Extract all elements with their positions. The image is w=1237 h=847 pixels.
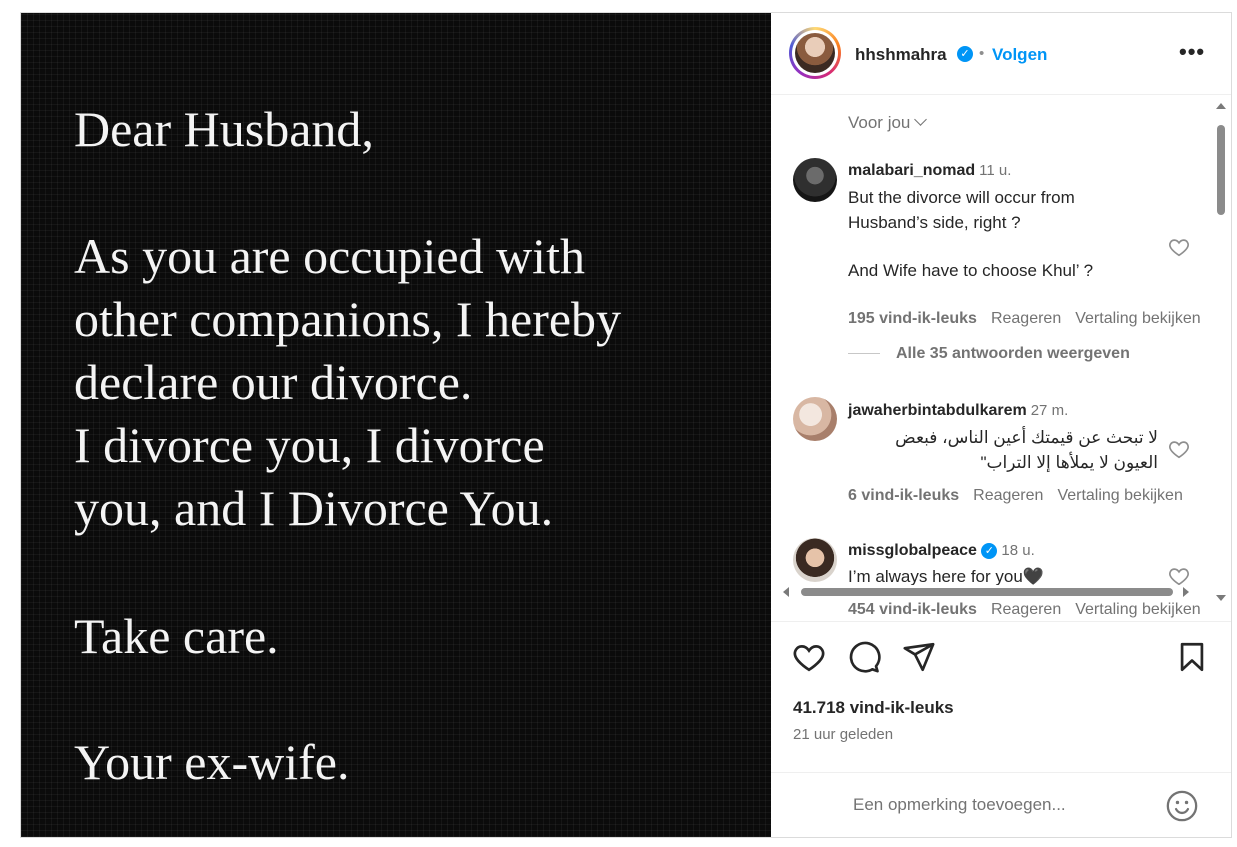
comment-likes[interactable]: 195 vind-ik-leuks	[848, 310, 977, 327]
heart-icon[interactable]	[792, 640, 826, 674]
comment-likes[interactable]: 454 vind-ik-leuks	[848, 601, 977, 618]
smiley-icon[interactable]	[1165, 789, 1199, 823]
translate-button[interactable]: Vertaling bekijken	[1057, 487, 1182, 504]
scroll-down-arrow-icon[interactable]	[1216, 595, 1226, 601]
heart-icon[interactable]	[1168, 236, 1190, 258]
post-image[interactable]: Dear Husband, As you are occupied with o…	[21, 13, 771, 837]
commenter-avatar[interactable]	[793, 538, 837, 582]
side-panel: hhshmahra ✓ • Volgen ••• Voor jou malaba…	[771, 13, 1231, 837]
horizontal-scrollbar[interactable]	[781, 585, 1207, 599]
sort-label: Voor jou	[848, 113, 911, 132]
comment-time: 27 m.	[1030, 402, 1069, 419]
letter-line-1: Dear Husband,	[74, 101, 374, 157]
more-options-icon[interactable]: •••	[1179, 39, 1205, 65]
post-actions: 41.718 vind-ik-leuks 21 uur geleden	[771, 621, 1231, 837]
comment-actions: 6 vind-ik-leuks Reageren Vertaling bekijke…	[848, 487, 1197, 505]
letter-line-8: Your ex-wife.	[74, 734, 350, 790]
translate-button[interactable]: Vertaling bekijken	[1075, 601, 1200, 618]
heart-icon[interactable]	[1168, 438, 1190, 460]
post-header: hhshmahra ✓ • Volgen •••	[771, 13, 1231, 95]
reply-button[interactable]: Reageren	[991, 310, 1061, 327]
letter-line-4: declare our divorce.	[74, 354, 473, 410]
post-dialog: Dear Husband, As you are occupied with o…	[20, 12, 1232, 838]
comment-username[interactable]: missglobalpeace ✓ 18 u.	[848, 542, 1035, 560]
comment-time: 18 u.	[1001, 542, 1035, 559]
verified-badge-icon: ✓	[981, 542, 998, 559]
comment-actions: 195 vind-ik-leuks Reageren Vertaling bekij…	[848, 310, 1215, 328]
comment-sort-dropdown[interactable]: Voor jou	[848, 113, 928, 133]
like-count[interactable]: 41.718 vind-ik-leuks	[793, 698, 954, 718]
comment-time: 11 u.	[979, 162, 1012, 179]
post-timestamp[interactable]: 21 uur geleden	[793, 726, 893, 743]
paper-plane-icon[interactable]	[902, 640, 936, 674]
add-comment-bar	[771, 772, 1231, 838]
comments-list[interactable]: Voor jou malabari_nomad 11 u. But the div…	[771, 96, 1231, 621]
separator-dot: •	[979, 45, 985, 62]
author-avatar[interactable]	[789, 27, 841, 79]
reply-button[interactable]: Reageren	[973, 487, 1043, 504]
comment-icon[interactable]	[847, 640, 881, 674]
verified-badge-icon: ✓	[957, 46, 973, 62]
letter-line-2: As you are occupied with	[74, 228, 585, 284]
comment-username[interactable]: malabari_nomad 11 u.	[848, 162, 1011, 180]
comment-username[interactable]: jawaherbintabdulkarem 27 m.	[848, 402, 1068, 420]
comment-likes[interactable]: 6 vind-ik-leuks	[848, 487, 959, 504]
reply-button[interactable]: Reageren	[991, 601, 1061, 618]
commenter-avatar[interactable]	[793, 397, 837, 441]
scrollbar-thumb[interactable]	[801, 588, 1173, 596]
author-username[interactable]: hhshmahra	[855, 45, 947, 65]
letter-line-5: I divorce you, I divorce	[74, 417, 545, 473]
scroll-right-arrow-icon[interactable]	[1183, 587, 1189, 597]
translate-button[interactable]: Vertaling bekijken	[1075, 310, 1200, 327]
commenter-avatar[interactable]	[793, 158, 837, 202]
vertical-scrollbar[interactable]	[1214, 103, 1228, 601]
view-replies-button[interactable]: Alle 35 antwoorden weergeven	[848, 345, 1130, 363]
bookmark-icon[interactable]	[1175, 640, 1209, 674]
comment-input[interactable]	[853, 795, 1153, 815]
comment-text: لا تبحث عن قيمتك أعين الناس، فبعض العيون…	[895, 428, 1158, 472]
comment-text: But the divorce will occur from Husband’…	[848, 188, 1094, 280]
letter-line-7: Take care.	[74, 608, 279, 664]
scrollbar-thumb[interactable]	[1217, 125, 1225, 215]
chevron-down-icon	[914, 113, 928, 126]
scroll-left-arrow-icon[interactable]	[783, 587, 789, 597]
follow-button[interactable]: Volgen	[992, 45, 1047, 65]
letter-line-3: other companions, I hereby	[74, 291, 622, 347]
heart-icon[interactable]	[1168, 565, 1190, 587]
letter-line-6: you, and I Divorce You.	[74, 480, 554, 536]
comment-actions: 454 vind-ik-leuks Reageren Vertaling bekij…	[848, 601, 1215, 619]
scroll-up-arrow-icon[interactable]	[1216, 103, 1226, 109]
